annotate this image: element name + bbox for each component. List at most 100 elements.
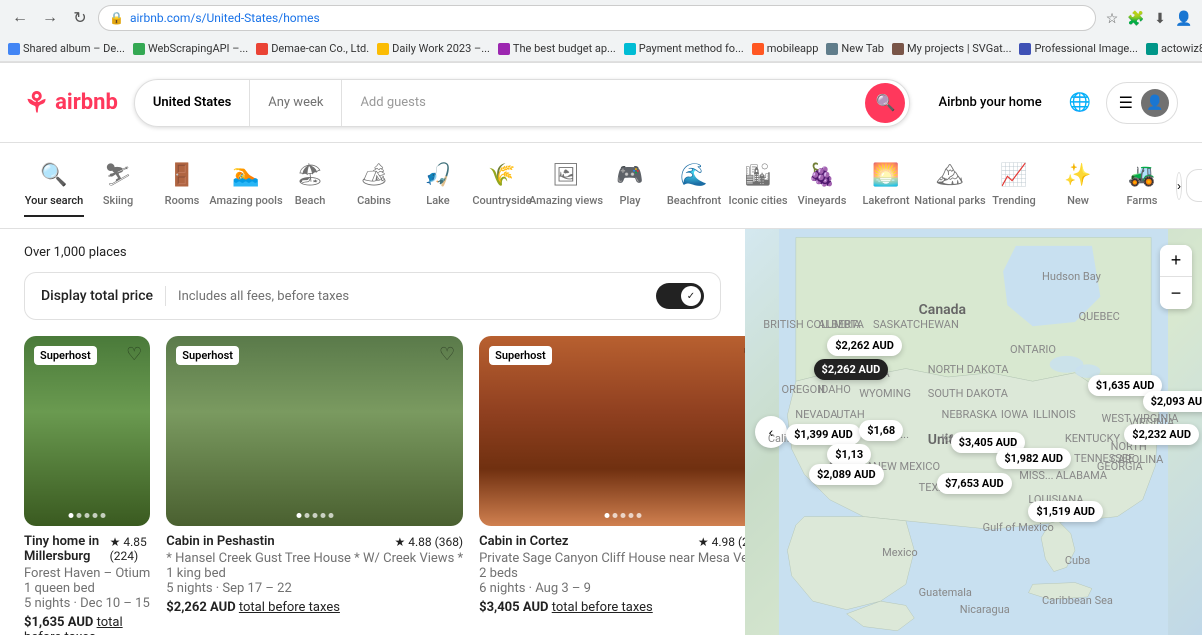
listing-card[interactable]: Superhost♡ Tiny home in Millersburg ★ 4.… [24,336,150,635]
address-bar[interactable]: 🔒 airbnb.com/s/United-States/homes [98,5,1096,31]
airbnb-logo-icon: ⚘ [24,86,49,119]
carousel-dot [312,513,317,518]
wishlist-button[interactable]: ♡ [126,344,142,365]
map-price-pin[interactable]: $2,232 AUD [1124,424,1199,445]
wishlist-button[interactable]: ♡ [439,344,455,365]
listing-dates: 5 nights · Dec 10 – 15 [24,596,150,611]
map-panel: ‹ + − CanadaUnited StatesHudson BayBRITI… [745,229,1202,635]
bookmark-item[interactable]: Daily Work 2023 –... [377,42,490,55]
category-item-play[interactable]: 🎮 Play [600,155,660,217]
bookmark-label: The best budget ap... [513,42,616,55]
category-item-new[interactable]: ✨ New [1048,155,1108,217]
divider [165,286,166,306]
category-icon: 🍇 [808,163,835,188]
price-value: $1,635 AUD [24,615,93,630]
map-price-pin[interactable]: $1,399 AUD [786,424,861,445]
category-item-cabins[interactable]: 🏕 Cabins [344,155,404,217]
airbnb-logo[interactable]: ⚘ airbnb [24,86,118,119]
bookmark-item[interactable]: Payment method fo... [624,42,744,55]
category-icon: 🏔 [936,163,964,188]
bookmark-item[interactable]: Professional Image... [1019,42,1137,55]
bookmark-item[interactable]: Shared album – De... [8,42,125,55]
back-button[interactable]: ← [8,6,32,30]
category-scroll-right[interactable]: › [1176,172,1182,200]
map-price-pin[interactable]: $2,262 AUD [827,335,902,356]
bookmark-item[interactable]: actowiz8080 [1146,42,1202,55]
header-right: Airbnb your home 🌐 ☰ 👤 [926,82,1178,124]
category-item-skiing[interactable]: ⛷ Skiing [88,155,148,217]
listing-subtitle: Private Sage Canyon Cliff House near Mes… [479,551,745,566]
map-price-pin[interactable]: $7,653 AUD [937,473,1012,494]
carousel-dot [93,513,98,518]
zoom-in-button[interactable]: + [1160,245,1192,277]
price-suffix-link[interactable]: total before taxes [552,600,653,615]
extensions-btn[interactable]: 🧩 [1126,8,1146,28]
carousel-dots [69,513,106,518]
category-item-lakefront[interactable]: 🌅 Lakefront [856,155,916,217]
superhost-badge: Superhost [489,346,552,365]
map-price-pin[interactable]: $1,519 AUD [1028,501,1103,522]
category-item-national-parks[interactable]: 🏔 National parks [920,155,980,217]
forward-button[interactable]: → [38,6,62,30]
category-item-vineyards[interactable]: 🍇 Vineyards [792,155,852,217]
url-text: airbnb.com/s/United-States/homes [130,11,320,25]
map-price-pin[interactable]: $2,089 AUD [809,464,884,485]
location-segment[interactable]: United States [135,80,250,126]
filters-button[interactable]: ⚙Filters [1186,169,1202,202]
carousel-dot [320,513,325,518]
language-button[interactable]: 🌐 [1062,85,1098,121]
category-label: Vineyards [798,194,847,207]
bookmark-favicon [1146,43,1158,55]
carousel-dot [628,513,633,518]
profile-btn[interactable]: 👤 [1174,8,1194,28]
bookmark-item[interactable]: WebScrapingAPI –... [133,42,248,55]
bookmark-item[interactable]: mobileapp [752,42,819,55]
category-item-countryside[interactable]: 🌾 Countryside [472,155,532,217]
category-item-rooms[interactable]: 🚪 Rooms [152,155,212,217]
category-label: Amazing views [529,194,603,207]
map-price-pin[interactable]: $1,982 AUD [996,448,1071,469]
map-price-pin[interactable]: $1,68 [859,420,903,441]
bookmark-item[interactable]: The best budget ap... [498,42,616,55]
price-suffix-link[interactable]: total before taxes [239,600,340,615]
heart-icon: ♡ [126,344,142,364]
category-item-lake[interactable]: 🎣 Lake [408,155,468,217]
download-btn[interactable]: ⬇ [1150,8,1170,28]
price-toggle-switch[interactable]: ✓ [656,283,704,309]
category-item-beach[interactable]: 🏖 Beach [280,155,340,217]
category-item-amazing-pools[interactable]: 🏊 Amazing pools [216,155,276,217]
user-menu[interactable]: ☰ 👤 [1106,82,1178,124]
listing-header: Tiny home in Millersburg ★ 4.85 (224) [24,534,150,564]
listing-price: $2,262 AUD total before taxes [166,600,463,615]
category-item-farms[interactable]: 🚜 Farms [1112,155,1172,217]
price-toggle-desc: Includes all fees, before taxes [178,289,644,304]
dates-segment[interactable]: Any week [250,80,342,126]
category-icon: 🎣 [424,163,451,188]
listing-card[interactable]: Superhost♡ Cabin in Cortez ★ 4.98 (247) … [479,336,745,635]
carousel-dot [612,513,617,518]
bookmark-item[interactable]: My projects | SVGat... [892,42,1012,55]
category-item-your-search[interactable]: 🔍 Your search [24,155,84,217]
host-link[interactable]: Airbnb your home [926,87,1053,118]
map-price-pin[interactable]: $1,13 [827,444,871,465]
bookmark-item[interactable]: Demae-can Co., Ltd. [256,42,369,55]
category-item-iconic-cities[interactable]: 🏙 Iconic cities [728,155,788,217]
guests-segment[interactable]: Add guests [342,80,865,126]
listing-card[interactable]: Superhost♡ Cabin in Peshastin ★ 4.88 (36… [166,336,463,635]
bookmark-label: Payment method fo... [639,42,744,55]
bookmark-item[interactable]: New Tab [826,42,884,55]
map-price-pin[interactable]: $2,262 AUD [814,359,889,380]
category-item-beachfront[interactable]: 🌊 Beachfront [664,155,724,217]
bookmark-favicon [1019,43,1031,55]
zoom-out-button[interactable]: − [1160,277,1192,309]
refresh-button[interactable]: ↻ [68,6,92,30]
map-nav-left-button[interactable]: ‹ [755,416,787,448]
bookmark-favicon [133,43,145,55]
search-submit-button[interactable]: 🔍 [865,83,905,123]
chevron-right-icon: › [1177,179,1181,193]
category-icon: 🏕 [360,163,388,188]
bookmark-star[interactable]: ☆ [1102,8,1122,28]
category-item-trending[interactable]: 📈 Trending [984,155,1044,217]
map-price-pin[interactable]: $2,093 AUD [1143,391,1202,412]
category-item-amazing-views[interactable]: 🖼 Amazing views [536,155,596,217]
